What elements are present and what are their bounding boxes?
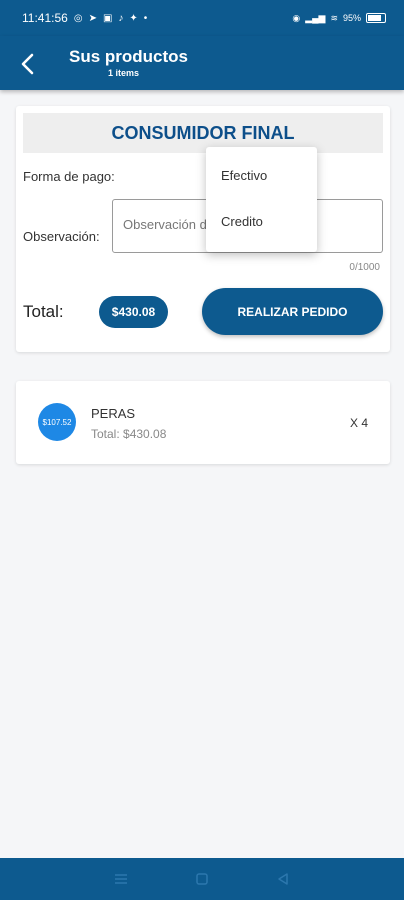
chevron-left-icon bbox=[21, 53, 34, 75]
list-item[interactable]: $107.52 PERAS Total: $430.08 X 4 bbox=[16, 381, 390, 464]
menu-icon bbox=[114, 874, 127, 884]
telegram-icon: ➤ bbox=[88, 12, 97, 24]
status-time: 11:41:56 bbox=[22, 11, 68, 25]
char-counter: 0/1000 bbox=[349, 262, 380, 273]
whatsapp-icon: ◎ bbox=[73, 12, 83, 24]
product-quantity: X 4 bbox=[349, 416, 368, 430]
wifi-icon: ≋ bbox=[330, 12, 338, 23]
product-name: PERAS bbox=[91, 406, 136, 421]
battery-percent: 95% bbox=[342, 13, 361, 23]
status-left: 11:41:56 ◎ ➤ ▣ ♪ ✦ • bbox=[22, 11, 147, 25]
total-badge: $430.08 bbox=[99, 296, 168, 328]
tiktok-icon: ♪ bbox=[118, 12, 124, 24]
twitter-icon: ✦ bbox=[129, 12, 138, 24]
home-button[interactable] bbox=[187, 864, 217, 894]
signal-icon: ▂▄▆ bbox=[305, 12, 326, 23]
total-label: Total: bbox=[23, 302, 64, 321]
payment-option-efectivo[interactable]: Efectivo bbox=[206, 153, 317, 197]
triangle-back-icon bbox=[278, 873, 289, 885]
payment-option-credito[interactable]: Credito bbox=[206, 199, 317, 243]
status-right: ◉ ▂▄▆ ≋ 95% bbox=[292, 13, 386, 24]
payment-method-label: Forma de pago: bbox=[23, 169, 115, 184]
status-bar: 11:41:56 ◎ ➤ ▣ ♪ ✦ • ◉ ▂▄▆ ≋ 95% bbox=[0, 0, 404, 36]
observation-label: Observación: bbox=[23, 229, 100, 244]
order-card: CONSUMIDOR FINAL Forma de pago: Observac… bbox=[16, 106, 390, 352]
place-order-button[interactable]: REALIZAR PEDIDO bbox=[202, 288, 383, 335]
payment-method-dropdown: Efectivo Credito bbox=[206, 147, 317, 252]
back-nav-button[interactable] bbox=[268, 864, 298, 894]
customer-name: CONSUMIDOR FINAL bbox=[23, 113, 383, 153]
alarm-icon: ◉ bbox=[292, 12, 301, 23]
app-bar: Sus productos 1 items bbox=[0, 36, 404, 90]
unit-price-avatar: $107.52 bbox=[38, 403, 76, 441]
battery-icon bbox=[366, 13, 386, 23]
page-title: Sus productos bbox=[69, 47, 189, 66]
system-nav-bar bbox=[0, 858, 404, 900]
square-icon bbox=[196, 873, 208, 885]
facebook-icon: ▣ bbox=[102, 12, 113, 24]
recents-button[interactable] bbox=[106, 864, 136, 894]
items-count: 1 items bbox=[108, 68, 140, 78]
notification-dot-icon: • bbox=[143, 12, 148, 24]
back-button[interactable] bbox=[12, 48, 44, 80]
product-total: Total: $430.08 bbox=[91, 427, 167, 441]
